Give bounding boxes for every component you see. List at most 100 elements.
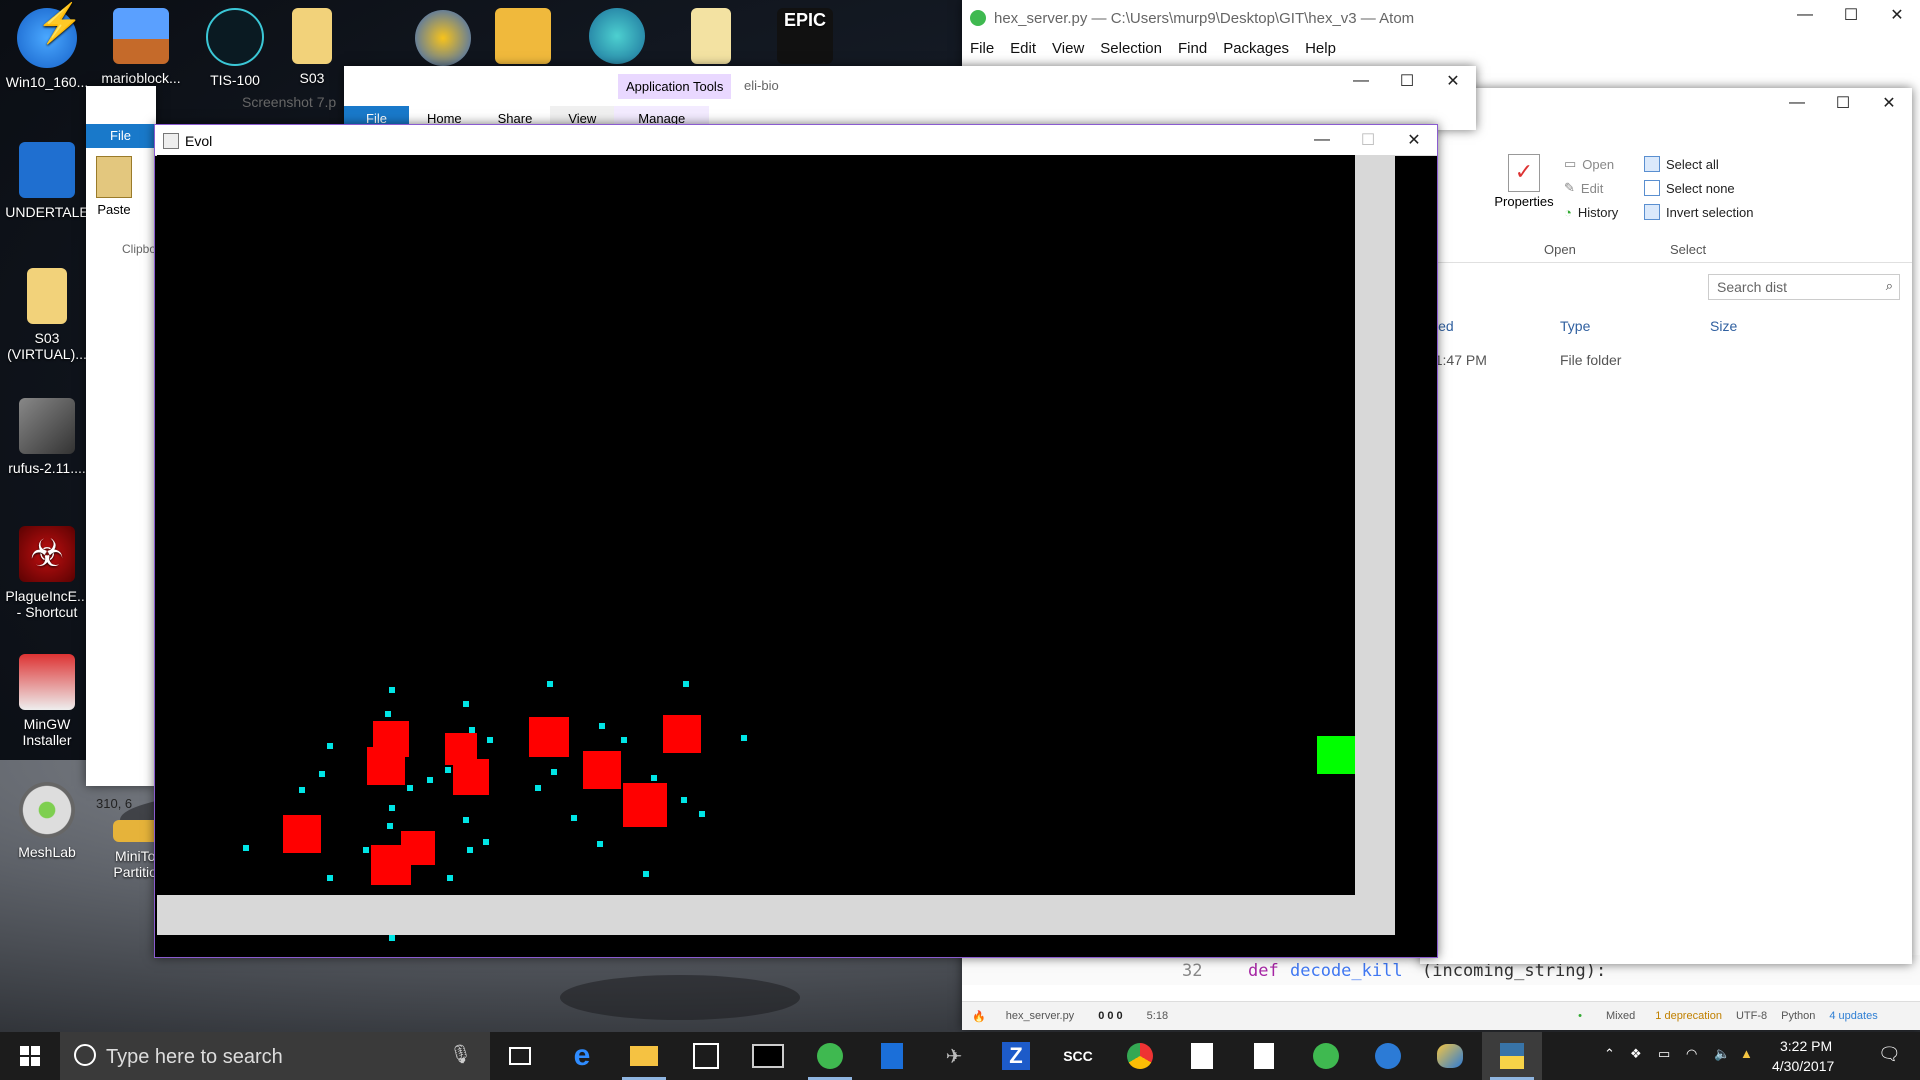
desktop-icon-plague[interactable]: ☣ PlagueIncE... - Shortcut <box>0 526 94 620</box>
taskbar-blue-app[interactable] <box>1358 1032 1418 1080</box>
search-box[interactable]: Search dist ⌕ <box>1708 274 1900 300</box>
wifi-icon[interactable]: ◠ <box>1686 1046 1697 1062</box>
paste-button[interactable]: Paste <box>96 156 132 217</box>
menu-view[interactable]: View <box>1044 36 1092 60</box>
file-tab[interactable]: File <box>86 124 156 148</box>
volume-icon[interactable]: 🔈 <box>1714 1046 1730 1062</box>
taskbar-app[interactable]: ✈ <box>924 1032 984 1080</box>
taskbar-python[interactable] <box>1482 1032 1542 1080</box>
taskbar-edge[interactable]: e <box>552 1032 612 1080</box>
taskbar-paint[interactable] <box>1420 1032 1480 1080</box>
taskbar-explorer[interactable] <box>614 1032 674 1080</box>
desktop-icon-epic[interactable]: EPIC <box>758 8 852 70</box>
explorer-eli-bio-window: Application Tools eli-bio Screenshot 7.p… <box>242 66 1476 130</box>
taskbar-store[interactable] <box>676 1032 736 1080</box>
start-button[interactable] <box>0 1032 60 1080</box>
status-file[interactable]: hex_server.py <box>1006 1010 1074 1022</box>
desktop-icon-tis100[interactable]: TIS-100 <box>188 8 282 88</box>
close-button[interactable]: ✕ <box>1391 125 1437 155</box>
taskbar-defender[interactable] <box>862 1032 922 1080</box>
select-none-icon <box>1644 180 1660 196</box>
drive-icon[interactable]: ▲ <box>1740 1046 1753 1061</box>
desktop-icon-s03[interactable]: S03 <box>282 8 342 86</box>
minimize-button[interactable]: — <box>1338 66 1384 96</box>
status-encoding[interactable]: UTF-8 <box>1736 1010 1767 1022</box>
invert-selection-button[interactable]: Invert selection <box>1644 200 1753 224</box>
taskbar-scc[interactable]: SCC <box>1048 1032 1108 1080</box>
desktop-icon-marioblock[interactable]: marioblock... <box>94 8 188 86</box>
taskbar-doc[interactable] <box>1172 1032 1232 1080</box>
status-deprecation[interactable]: 1 deprecation <box>1655 1010 1722 1022</box>
maximize-button[interactable]: ☐ <box>1384 66 1430 96</box>
chevron-up-icon[interactable]: ⌃ <box>1604 1046 1615 1062</box>
atom-icon <box>1313 1043 1339 1069</box>
maximize-button[interactable]: ☐ <box>1828 0 1874 30</box>
open-button[interactable]: ▭ Open <box>1564 152 1618 176</box>
close-button[interactable]: ✕ <box>1874 0 1920 30</box>
minimize-button[interactable]: — <box>1774 88 1820 118</box>
desktop-icon-s03-virtual[interactable]: S03 (VIRTUAL)... <box>0 268 94 362</box>
menu-edit[interactable]: Edit <box>1002 36 1044 60</box>
app-icon: ✈ <box>945 1045 963 1068</box>
status-cursor[interactable]: 5:18 <box>1147 1010 1168 1022</box>
history-button[interactable]: ◔ History <box>1564 200 1618 224</box>
status-updates[interactable]: 4 updates <box>1829 1010 1877 1022</box>
particle <box>487 737 493 743</box>
maximize-button[interactable]: ☐ <box>1820 88 1866 118</box>
taskbar-z[interactable]: Z <box>986 1032 1046 1080</box>
menu-selection[interactable]: Selection <box>1092 36 1170 60</box>
taskbar-file[interactable] <box>1234 1032 1294 1080</box>
clipboard-icon <box>96 156 132 198</box>
zip-folder-icon <box>292 8 332 64</box>
task-view-button[interactable] <box>490 1032 550 1080</box>
status-grammar[interactable]: Python <box>1781 1010 1815 1022</box>
menu-help[interactable]: Help <box>1297 36 1344 60</box>
column-size[interactable]: Size <box>1710 318 1737 334</box>
dropbox-icon[interactable]: ❖ <box>1630 1046 1642 1062</box>
desktop-icon-win10[interactable]: ⚡ Win10_160... <box>0 5 94 90</box>
column-type[interactable]: Type <box>1560 318 1590 334</box>
desktop-icon-folder[interactable] <box>476 8 570 70</box>
minimize-button[interactable]: — <box>1299 125 1345 155</box>
particle <box>681 797 687 803</box>
status-indent[interactable]: Mixed <box>1606 1010 1635 1022</box>
close-button[interactable]: ✕ <box>1866 88 1912 118</box>
properties-button[interactable]: ✓ Properties <box>1492 152 1556 209</box>
desktop-icon-parrot[interactable] <box>570 8 664 70</box>
desktop-icon-mingw[interactable]: MinGW Installer <box>0 654 94 748</box>
taskbar-terminal[interactable] <box>738 1032 798 1080</box>
particle <box>599 723 605 729</box>
simulation-canvas[interactable] <box>157 155 1395 941</box>
battery-icon[interactable]: ▭ <box>1658 1046 1670 1062</box>
particle <box>467 847 473 853</box>
desktop-icon-folder2[interactable] <box>664 8 758 70</box>
maximize-button[interactable]: ☐ <box>1345 125 1391 155</box>
file-row[interactable]: 11:47 PM File folder <box>1420 348 1912 372</box>
clock-time[interactable]: 3:22 PM <box>1780 1038 1832 1054</box>
select-all-button[interactable]: Select all <box>1644 152 1753 176</box>
desktop-icon-rufus[interactable]: rufus-2.11.... <box>0 398 94 476</box>
particle <box>463 701 469 707</box>
organism <box>583 751 621 789</box>
particle <box>243 845 249 851</box>
taskbar-atom2[interactable] <box>1296 1032 1356 1080</box>
desktop-icon-undertale[interactable]: UNDERTALE <box>0 142 94 220</box>
select-none-button[interactable]: Select none <box>1644 176 1753 200</box>
menu-file[interactable]: File <box>962 36 1002 60</box>
taskbar-atom[interactable] <box>800 1032 860 1080</box>
menu-packages[interactable]: Packages <box>1215 36 1297 60</box>
app-tools-tab[interactable]: Application Tools <box>618 74 732 99</box>
taskbar-chrome[interactable] <box>1110 1032 1170 1080</box>
search-bar[interactable]: Type here to search 🎙 <box>60 1032 490 1080</box>
close-button[interactable]: ✕ <box>1430 66 1476 96</box>
edit-button[interactable]: ✎ Edit <box>1564 176 1618 200</box>
particle <box>643 871 649 877</box>
minimize-button[interactable]: — <box>1782 0 1828 30</box>
cortana-icon <box>74 1044 96 1066</box>
taskbar: Type here to search 🎙 e ✈ Z SCC ⌃ ❖ ▭ ◠ … <box>0 1032 1920 1080</box>
clock-date[interactable]: 4/30/2017 <box>1772 1058 1834 1074</box>
menu-find[interactable]: Find <box>1170 36 1215 60</box>
notification-icon[interactable]: 🗨 <box>1878 1044 1901 1065</box>
status-counts[interactable]: 0 0 0 <box>1098 1010 1122 1022</box>
desktop-icon-meshlab[interactable]: MeshLab <box>0 782 94 860</box>
